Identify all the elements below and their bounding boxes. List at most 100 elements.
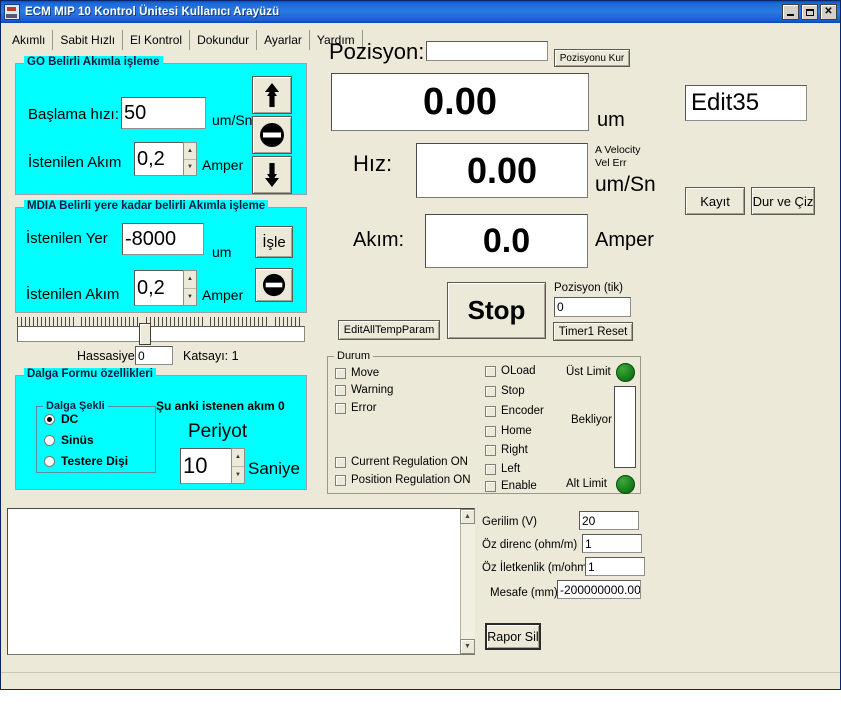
go-current-spinner[interactable]: ▲ ▼ [183, 142, 197, 176]
checkbox-position-regulation-box[interactable] [335, 474, 346, 486]
application-window: ECM MIP 10 Kontrol Ünitesi Kullanıcı Ara… [0, 0, 841, 708]
checkbox-enable-label: Enable [501, 480, 537, 492]
period-input[interactable]: 10 [180, 448, 232, 484]
checkbox-move-box[interactable] [335, 367, 346, 379]
checkbox-oload-box[interactable] [485, 365, 496, 377]
spinner-up-icon[interactable]: ▲ [184, 271, 196, 289]
scroll-up-button[interactable]: ▲ [460, 509, 475, 524]
checkbox-position-regulation[interactable]: Position Regulation ON [335, 474, 471, 486]
stop-circle-icon [260, 123, 284, 147]
lower-limit-label: Alt Limit [566, 478, 607, 490]
spinner-down-icon[interactable]: ▼ [184, 289, 196, 306]
minimize-button[interactable] [782, 4, 799, 20]
checkbox-enable[interactable]: Enable [485, 480, 537, 492]
clear-report-button[interactable]: Rapor Sil [485, 623, 541, 650]
go-stop-button[interactable] [252, 116, 292, 154]
conductivity-input[interactable]: 1 [585, 557, 645, 576]
radio-testere-disi-icon [44, 455, 55, 467]
stop-and-draw-button[interactable]: Dur ve Çiz [751, 187, 815, 215]
tab-sabit-hizli[interactable]: Sabit Hızlı [53, 30, 124, 50]
mdia-current-spinner[interactable]: ▲ ▼ [183, 270, 197, 306]
checkbox-home-box[interactable] [485, 425, 496, 437]
close-button[interactable]: ✕ [820, 4, 837, 20]
checkbox-enable-box[interactable] [485, 480, 496, 492]
timer-reset-button[interactable]: Timer1 Reset [553, 322, 633, 341]
up-double-arrow-icon [265, 83, 279, 107]
tab-dokundur[interactable]: Dokundur [190, 30, 258, 50]
sensitivity-slider-thumb[interactable] [139, 323, 151, 345]
position-input[interactable] [426, 41, 548, 61]
mdia-group: MDIA Belirli yere kadar belirli Akımla i… [15, 200, 307, 313]
tab-ayarlar[interactable]: Ayarlar [257, 30, 310, 50]
checkbox-encoder-label: Encoder [501, 405, 544, 417]
target-position-input[interactable]: -8000 [122, 223, 204, 255]
period-spinner[interactable]: ▲ ▼ [231, 448, 245, 484]
progress-bar-vertical [614, 386, 636, 468]
spinner-down-icon[interactable]: ▼ [232, 467, 244, 484]
stop-button[interactable]: Stop [447, 282, 546, 339]
checkbox-encoder[interactable]: Encoder [485, 405, 544, 417]
title-bar: ECM MIP 10 Kontrol Ünitesi Kullanıcı Ara… [1, 1, 840, 23]
scroll-down-button[interactable]: ▼ [460, 639, 475, 654]
radio-dc[interactable]: DC [44, 412, 78, 426]
position-tick-input[interactable]: 0 [554, 297, 631, 317]
save-button[interactable]: Kayıt [685, 187, 745, 215]
checkbox-left[interactable]: Left [485, 463, 520, 475]
checkbox-current-regulation-label: Current Regulation ON [351, 456, 468, 468]
checkbox-warning-box[interactable] [335, 384, 346, 396]
mdia-stop-button[interactable] [255, 268, 293, 302]
go-current-input[interactable]: 0,2 [134, 142, 184, 176]
radio-testere-disi[interactable]: Testere Dişi [44, 454, 128, 468]
sensitivity-input[interactable]: 0 [135, 346, 173, 365]
checkbox-right[interactable]: Right [485, 444, 528, 456]
maximize-button[interactable] [801, 4, 818, 20]
checkbox-current-regulation[interactable]: Current Regulation ON [335, 456, 468, 468]
checkbox-move[interactable]: Move [335, 367, 379, 379]
spinner-down-icon[interactable]: ▼ [184, 160, 196, 176]
checkbox-oload-label: OLoad [501, 365, 536, 377]
resistivity-input[interactable]: 1 [582, 534, 642, 553]
edit-all-temp-param-button[interactable]: EditAllTempParam [338, 320, 440, 340]
checkbox-left-box[interactable] [485, 463, 496, 475]
move-up-button[interactable] [252, 76, 292, 114]
run-button[interactable]: İşle [255, 226, 293, 258]
checkbox-move-label: Move [351, 367, 380, 379]
checkbox-home[interactable]: Home [485, 425, 532, 437]
tab-el-kontrol[interactable]: El Kontrol [123, 30, 191, 50]
sensitivity-slider-track[interactable] [17, 326, 305, 342]
report-listbox[interactable] [7, 508, 475, 655]
tab-akimli[interactable]: Akımlı [5, 30, 54, 50]
lower-limit-led [616, 475, 635, 494]
go-current-label: İstenilen Akım [28, 154, 122, 171]
distance-input[interactable]: -200000000.000 [557, 580, 641, 599]
close-icon: ✕ [824, 6, 833, 17]
checkbox-right-box[interactable] [485, 444, 496, 456]
mdia-current-input[interactable]: 0,2 [134, 270, 184, 306]
period-unit: Saniye [248, 459, 300, 478]
spinner-up-icon[interactable]: ▲ [184, 143, 196, 160]
checkbox-stop-box[interactable] [485, 385, 496, 397]
upper-limit-led [616, 363, 635, 382]
current-request-info: Şu anki istenen akım 0 [156, 399, 285, 413]
checkbox-encoder-box[interactable] [485, 405, 496, 417]
checkbox-error[interactable]: Error [335, 402, 377, 414]
voltage-input[interactable]: 20 [579, 511, 639, 530]
radio-sinus[interactable]: Sinüs [44, 433, 94, 447]
mdia-group-title: MDIA Belirli yere kadar belirli Akımla i… [24, 200, 269, 212]
coefficient-label: Katsayı: 1 [183, 349, 239, 363]
checkbox-current-regulation-box[interactable] [335, 456, 346, 468]
start-speed-input[interactable]: 50 [121, 97, 206, 129]
checkbox-oload[interactable]: OLoad [485, 365, 536, 377]
slider-tick-marks [17, 317, 305, 326]
checkbox-warning[interactable]: Warning [335, 384, 393, 396]
position-unit: um [597, 109, 625, 131]
checkbox-error-box[interactable] [335, 402, 346, 414]
checkbox-stop[interactable]: Stop [485, 385, 525, 397]
edit35-input[interactable]: Edit35 [685, 85, 807, 121]
current-label: Akım: [353, 229, 405, 251]
checkbox-error-label: Error [351, 402, 377, 414]
move-down-button[interactable] [252, 156, 292, 194]
spinner-up-icon[interactable]: ▲ [232, 449, 244, 467]
set-position-button[interactable]: Pozisyonu Kur [554, 49, 630, 67]
report-scrollbar[interactable] [460, 509, 475, 654]
